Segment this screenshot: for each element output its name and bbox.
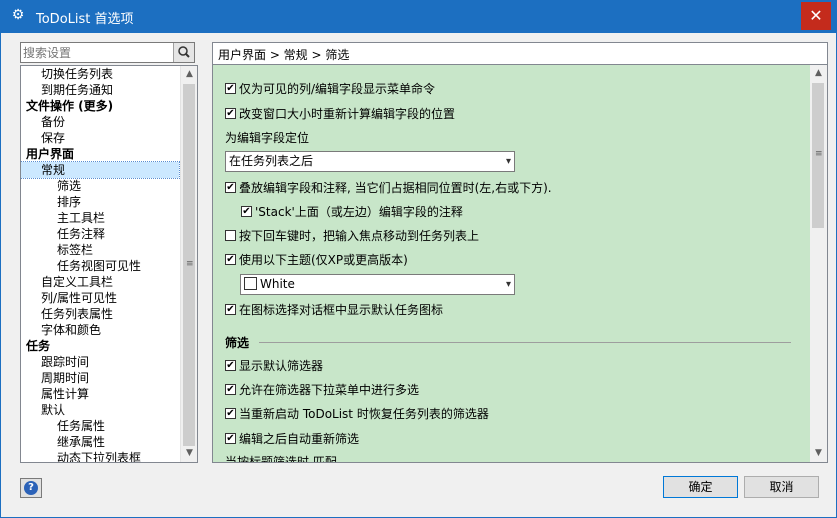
- tree-item[interactable]: 切换任务列表: [21, 66, 179, 82]
- option-auto-refilter[interactable]: ✔ 编辑之后自动重新筛选: [225, 430, 359, 448]
- checkbox-checked-icon[interactable]: ✔: [225, 408, 236, 419]
- tree-item[interactable]: 任务注释: [21, 226, 179, 242]
- scroll-thumb[interactable]: ≡: [183, 84, 195, 446]
- tree-item[interactable]: 任务属性: [21, 418, 179, 434]
- checkbox-checked-icon[interactable]: ✔: [225, 384, 236, 395]
- edit-pos-select[interactable]: 在任务列表之后 ▾: [225, 151, 515, 172]
- checkbox-checked-icon[interactable]: ✔: [225, 433, 236, 444]
- scroll-down-icon[interactable]: ▼: [810, 445, 827, 462]
- tree-item[interactable]: 默认: [21, 402, 179, 418]
- settings-tree: 切换任务列表 到期任务通知 文件操作 (更多) 备份 保存 用户界面 常规 筛选 排序 主工具栏任…: [20, 65, 198, 463]
- close-button[interactable]: ✕: [801, 2, 831, 30]
- tree-item[interactable]: 备份: [21, 114, 179, 130]
- window-title: ToDoList 首选项: [36, 12, 134, 27]
- tree-item[interactable]: 用户界面: [21, 146, 179, 162]
- tree-scrollbar[interactable]: ▲ ≡ ▼: [180, 66, 197, 462]
- tree-item[interactable]: 列/属性可见性: [21, 290, 179, 306]
- grip-icon: ≡: [815, 149, 823, 159]
- color-swatch-icon: [244, 277, 257, 290]
- breadcrumb-text: 用户界面 > 常规 > 筛选: [218, 48, 350, 62]
- option-default-icon[interactable]: ✔ 在图标选择对话框中显示默认任务图标: [225, 301, 443, 319]
- tree-item[interactable]: 属性计算: [21, 386, 179, 402]
- options-scrollbar[interactable]: ▲ ≡ ▼: [810, 65, 827, 462]
- search-button[interactable]: [173, 43, 194, 62]
- option-menu-visible-columns[interactable]: ✔ 仅为可见的列/编辑字段显示菜单命令: [225, 80, 435, 98]
- tree-item[interactable]: 到期任务通知: [21, 82, 179, 98]
- title-bar: ⚙ ToDoList 首选项 ✕: [0, 0, 837, 33]
- checkbox-checked-icon[interactable]: ✔: [241, 206, 252, 217]
- checkbox-checked-icon[interactable]: ✔: [225, 108, 236, 119]
- option-restore-filters[interactable]: ✔ 当重新启动 ToDoList 时恢复任务列表的筛选器: [225, 405, 489, 423]
- scroll-up-icon[interactable]: ▲: [810, 65, 827, 82]
- tree-item[interactable]: 主工具栏: [21, 210, 179, 226]
- tree-item[interactable]: 动态下拉列表框: [21, 450, 179, 462]
- chevron-down-icon: ▾: [505, 156, 511, 167]
- tree-item[interactable]: 标签栏: [21, 242, 179, 258]
- scroll-thumb[interactable]: ≡: [812, 83, 824, 228]
- tree-item[interactable]: 周期时间: [21, 370, 179, 386]
- search-input[interactable]: [23, 44, 173, 61]
- breadcrumb: 用户界面 > 常规 > 筛选: [212, 42, 828, 64]
- option-recalc-positions[interactable]: ✔ 改变窗口大小时重新计算编辑字段的位置: [225, 105, 455, 123]
- option-enter-focus[interactable]: 按下回车键时，把输入焦点移动到任务列表上: [225, 227, 479, 245]
- tree-item[interactable]: 筛选: [21, 178, 179, 194]
- search-icon: [178, 46, 190, 58]
- checkbox-checked-icon[interactable]: ✔: [225, 254, 236, 265]
- tree-item[interactable]: 继承属性: [21, 434, 179, 450]
- checkbox-checked-icon[interactable]: ✔: [225, 83, 236, 94]
- option-show-default-filters[interactable]: ✔ 显示默认筛选器: [225, 357, 323, 375]
- help-icon: ?: [24, 481, 38, 495]
- checkbox-unchecked-icon[interactable]: [225, 230, 236, 241]
- chevron-down-icon: ▾: [505, 279, 511, 290]
- option-stack-fields[interactable]: ✔ 叠放编辑字段和注释, 当它们占据相同位置时(左,右或下方).: [225, 179, 552, 197]
- cancel-button[interactable]: 取消: [744, 476, 819, 498]
- search-box: [20, 42, 195, 63]
- scroll-up-icon[interactable]: ▲: [181, 66, 197, 83]
- help-button[interactable]: ?: [20, 478, 42, 498]
- option-stack-above[interactable]: ✔ 'Stack'上面（或左边）编辑字段的注释: [241, 203, 463, 221]
- tree-items: 切换任务列表 到期任务通知 文件操作 (更多) 备份 保存 用户界面 常规 筛选 排序 主工具栏任…: [21, 66, 180, 462]
- options-panel: ✔ 仅为可见的列/编辑字段显示菜单命令 ✔ 改变窗口大小时重新计算编辑字段的位置 为…: [212, 64, 828, 463]
- section-divider: [259, 342, 791, 343]
- gear-icon: ⚙: [11, 7, 25, 23]
- checkbox-checked-icon[interactable]: ✔: [225, 304, 236, 315]
- option-title-match: 当按标题筛选时,匹配: [225, 455, 337, 463]
- option-use-theme[interactable]: ✔ 使用以下主题(仅XP或更高版本): [225, 251, 408, 269]
- tree-item[interactable]: 字体和颜色: [21, 322, 179, 338]
- scroll-down-icon[interactable]: ▼: [181, 445, 197, 462]
- grip-icon: ≡: [186, 259, 194, 269]
- tree-item[interactable]: 文件操作 (更多): [21, 98, 179, 114]
- tree-item[interactable]: 任务视图可见性: [21, 258, 179, 274]
- checkbox-checked-icon[interactable]: ✔: [225, 182, 236, 193]
- tree-item[interactable]: 保存: [21, 130, 179, 146]
- checkbox-checked-icon[interactable]: ✔: [225, 360, 236, 371]
- tree-item[interactable]: 排序: [21, 194, 179, 210]
- theme-select[interactable]: White ▾: [240, 274, 515, 295]
- tree-item[interactable]: 跟踪时间: [21, 354, 179, 370]
- tree-item[interactable]: 自定义工具栏: [21, 274, 179, 290]
- option-multi-select[interactable]: ✔ 允许在筛选器下拉菜单中进行多选: [225, 381, 419, 399]
- edit-pos-label: 为编辑字段定位: [225, 131, 310, 145]
- section-filter-title: 筛选: [225, 336, 250, 350]
- tree-item[interactable]: 常规: [21, 161, 180, 179]
- tree-item[interactable]: 任务列表属性: [21, 306, 179, 322]
- ok-button[interactable]: 确定: [663, 476, 738, 498]
- tree-item[interactable]: 任务: [21, 338, 179, 354]
